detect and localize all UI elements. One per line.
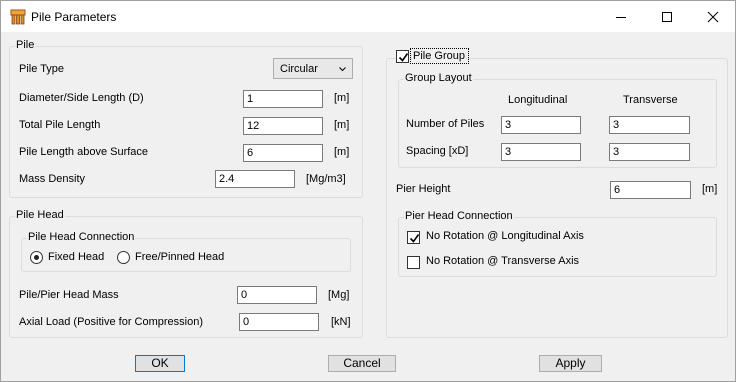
- transverse-header: Transverse: [623, 94, 678, 106]
- minimize-icon: [616, 17, 626, 18]
- total-length-unit: [m]: [334, 119, 350, 131]
- ok-button[interactable]: OK: [135, 355, 185, 372]
- spacing-transverse-input[interactable]: [609, 143, 690, 161]
- chevron-down-icon: [339, 67, 346, 72]
- pile-type-value: Circular: [280, 63, 318, 75]
- no-rotation-longitudinal-label[interactable]: No Rotation @ Longitudinal Axis: [426, 230, 584, 242]
- diameter-label: Diameter/Side Length (D): [19, 92, 144, 104]
- pier-height-label: Pier Height: [396, 183, 451, 195]
- head-mass-label: Pile/Pier Head Mass: [19, 289, 119, 301]
- pile-group-checkbox[interactable]: [396, 50, 409, 63]
- pile-head-connection-label: Pile Head Connection: [27, 231, 136, 243]
- longitudinal-header: Longitudinal: [508, 94, 568, 106]
- no-rotation-transverse-label[interactable]: No Rotation @ Transverse Axis: [426, 255, 579, 267]
- length-above-surface-input[interactable]: [243, 144, 323, 162]
- checkmark-icon: [409, 234, 420, 243]
- close-button[interactable]: [690, 1, 736, 32]
- radio-dot: [34, 255, 39, 260]
- head-mass-input[interactable]: [237, 286, 317, 304]
- number-of-piles-transverse-input[interactable]: [609, 116, 690, 134]
- pile-parameters-dialog: Pile Parameters Pile Pile Type Circular …: [0, 0, 736, 382]
- cancel-button[interactable]: Cancel: [328, 355, 396, 372]
- diameter-unit: [m]: [334, 92, 350, 104]
- length-above-surface-label: Pile Length above Surface: [19, 146, 149, 158]
- total-length-label: Total Pile Length: [19, 119, 101, 131]
- focus-rectangle: [410, 48, 469, 64]
- spacing-longitudinal-input[interactable]: [501, 143, 581, 161]
- number-of-piles-longitudinal-input[interactable]: [501, 116, 581, 134]
- maximize-icon: [662, 12, 672, 22]
- mass-density-unit: [Mg/m3]: [306, 173, 346, 185]
- mass-density-input[interactable]: [215, 170, 295, 188]
- spacing-label: Spacing [xD]: [406, 145, 469, 157]
- mass-density-label: Mass Density: [19, 173, 86, 185]
- free-pinned-head-label[interactable]: Free/Pinned Head: [135, 251, 224, 263]
- no-rotation-transverse-checkbox[interactable]: [407, 256, 420, 269]
- title-bar[interactable]: Pile Parameters: [1, 1, 735, 32]
- pile-type-label: Pile Type: [19, 63, 65, 75]
- app-icon: [10, 9, 26, 25]
- pier-height-input[interactable]: [610, 181, 691, 199]
- pier-head-connection-box: [398, 217, 717, 277]
- window-title: Pile Parameters: [31, 10, 117, 24]
- pile-head-group-label: Pile Head: [15, 209, 65, 221]
- fixed-head-radio[interactable]: [30, 251, 43, 264]
- close-icon: [707, 11, 719, 23]
- diameter-input[interactable]: [243, 90, 323, 108]
- pier-height-unit: [m]: [702, 183, 718, 195]
- checkmark-icon: [398, 53, 409, 62]
- minimize-button[interactable]: [598, 1, 644, 32]
- total-length-input[interactable]: [243, 117, 323, 135]
- pier-head-connection-label: Pier Head Connection: [404, 210, 514, 222]
- pile-type-select[interactable]: Circular: [273, 58, 353, 79]
- group-layout-label: Group Layout: [404, 72, 473, 84]
- length-above-surface-unit: [m]: [334, 146, 350, 158]
- pile-group-label: Pile: [15, 39, 36, 51]
- head-mass-unit: [Mg]: [328, 289, 350, 301]
- maximize-button[interactable]: [644, 1, 690, 32]
- number-of-piles-label: Number of Piles: [406, 118, 485, 130]
- axial-load-label: Axial Load (Positive for Compression): [19, 316, 204, 328]
- fixed-head-label[interactable]: Fixed Head: [48, 251, 104, 263]
- axial-load-unit: [kN]: [331, 316, 351, 328]
- no-rotation-longitudinal-checkbox[interactable]: [407, 231, 420, 244]
- apply-button[interactable]: Apply: [539, 355, 602, 372]
- free-pinned-head-radio[interactable]: [117, 251, 130, 264]
- axial-load-input[interactable]: [239, 313, 319, 331]
